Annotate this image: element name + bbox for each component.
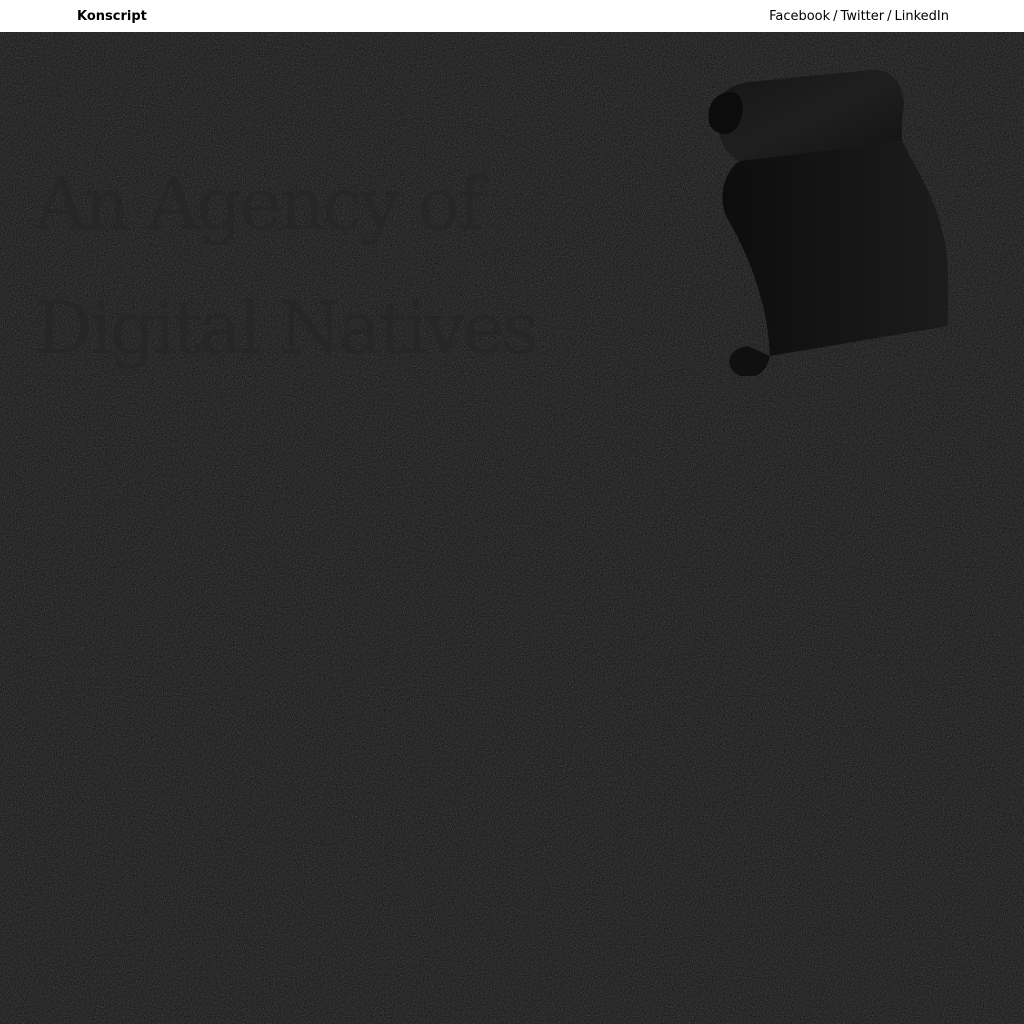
social-separator: / xyxy=(887,9,892,24)
social-links: Facebook / Twitter / LinkedIn xyxy=(769,9,949,24)
brand-logo-link[interactable]: Konscript xyxy=(77,9,147,24)
headline-line-2: Digital Natives xyxy=(35,286,539,370)
top-bar: Konscript Facebook / Twitter / LinkedIn xyxy=(0,0,1024,32)
headline-line-1: An Agency of xyxy=(35,162,484,246)
social-separator: / xyxy=(833,9,838,24)
hero-section: An Agency of Digital Natives xyxy=(0,32,1024,1024)
facebook-link[interactable]: Facebook xyxy=(769,9,830,24)
linkedin-link[interactable]: LinkedIn xyxy=(895,9,949,24)
scroll-ribbon-icon xyxy=(708,69,948,376)
hero-headline: An Agency of Digital Natives xyxy=(35,142,539,390)
twitter-link[interactable]: Twitter xyxy=(841,9,885,24)
